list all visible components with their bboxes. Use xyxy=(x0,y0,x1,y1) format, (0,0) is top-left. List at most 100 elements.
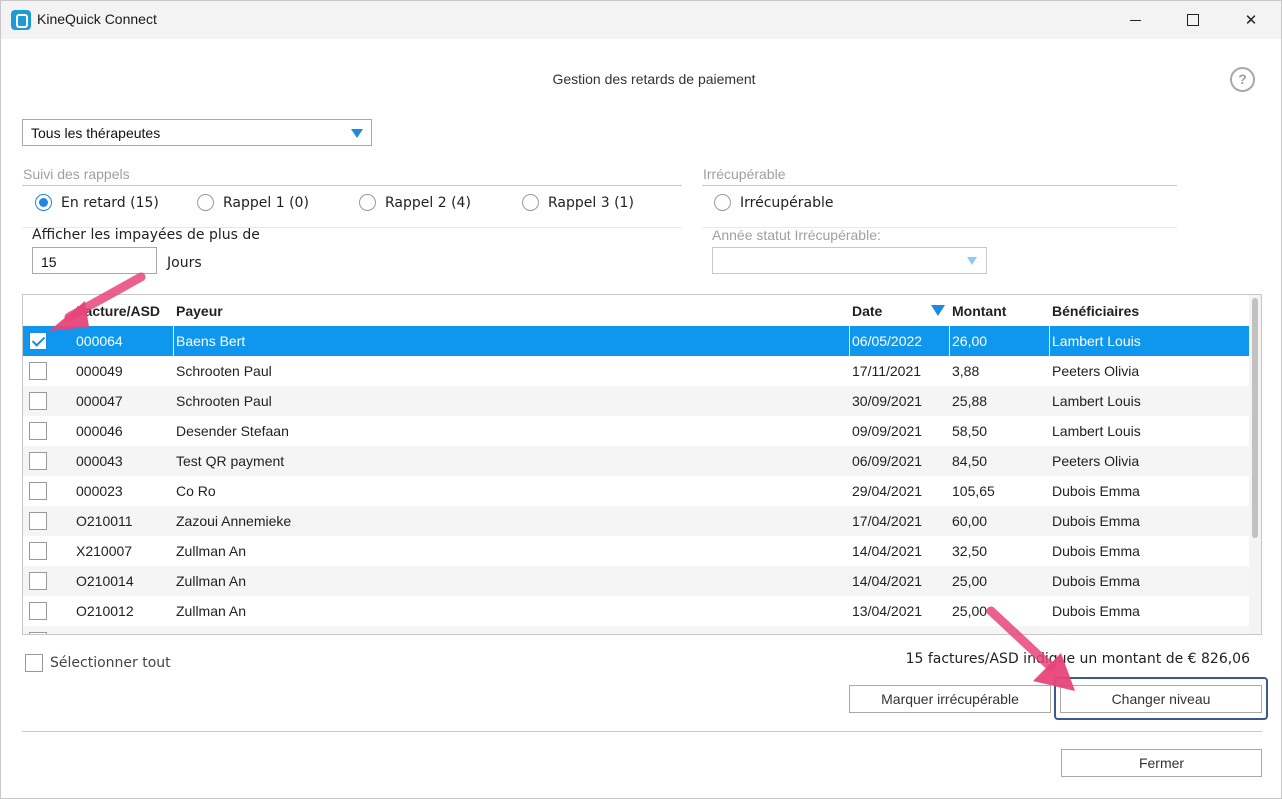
payer-cell: Zullman An xyxy=(176,543,247,559)
column-header-payer[interactable]: Payeur xyxy=(176,303,223,319)
payer-cell: Test QR payment xyxy=(176,453,285,469)
row-checkbox[interactable] xyxy=(29,602,47,620)
title-bar: KineQuick Connect xyxy=(1,1,1281,39)
cell-separator xyxy=(1049,326,1050,356)
table-row[interactable]: 000046 Desender Stefaan 09/09/2021 58,50… xyxy=(23,416,1249,446)
row-checkbox[interactable] xyxy=(29,542,47,560)
days-input[interactable]: 15 xyxy=(32,247,157,274)
chevron-down-icon xyxy=(967,257,977,265)
row-checkbox[interactable] xyxy=(29,632,47,634)
payer-cell: Schrooten Paul xyxy=(176,393,272,409)
amount-cell: 26,00 xyxy=(952,333,988,349)
payer-cell: Desender Stefaan xyxy=(176,423,289,439)
change-level-button[interactable]: Changer niveau xyxy=(1060,685,1262,713)
table-row[interactable]: O210014 Zullman An 14/04/2021 25,00 Dubo… xyxy=(23,566,1249,596)
close-button[interactable]: Fermer xyxy=(1061,749,1262,777)
radio-unchecked-icon xyxy=(197,194,214,211)
date-cell: 17/04/2021 xyxy=(852,513,923,529)
cell-separator xyxy=(949,326,950,356)
table-scrollbar[interactable] xyxy=(1249,295,1261,634)
radio-label: Irrécupérable xyxy=(740,194,834,211)
table-row[interactable]: 000043 Test QR payment 06/09/2021 84,50 … xyxy=(23,446,1249,476)
year-status-label: Année statut Irrécupérable: xyxy=(712,227,881,243)
amount-cell: 25,88 xyxy=(952,393,988,409)
table-row[interactable]: 000023 Co Ro 29/04/2021 105,65 Dubois Em… xyxy=(23,476,1249,506)
help-icon[interactable]: ? xyxy=(1230,67,1255,92)
radio-label: Rappel 2 (4) xyxy=(385,194,471,211)
beneficiary-cell: Dubois Emma xyxy=(1052,573,1140,589)
radio-rappel-3[interactable]: Rappel 3 (1) xyxy=(522,194,634,211)
beneficiary-cell: Lambert Louis xyxy=(1052,423,1141,439)
unrecoverable-section-label: Irrécupérable xyxy=(703,166,786,182)
radio-label: Rappel 1 (0) xyxy=(223,194,309,211)
radio-unchecked-icon xyxy=(522,194,539,211)
table-row[interactable]: 000049 Schrooten Paul 17/11/2021 3,88 Pe… xyxy=(23,356,1249,386)
kinequick-logo-icon xyxy=(11,10,31,30)
radio-label: Rappel 3 (1) xyxy=(548,194,634,211)
invoices-table: Facture/ASD Payeur Date Montant Bénéfici… xyxy=(22,294,1262,635)
chevron-down-icon xyxy=(351,129,363,138)
date-cell: 09/09/2021 xyxy=(852,423,923,439)
row-checkbox[interactable] xyxy=(29,572,47,590)
radio-checked-icon xyxy=(35,194,52,211)
year-status-dropdown[interactable] xyxy=(712,247,987,274)
radio-en-retard[interactable]: En retard (15) xyxy=(35,194,159,211)
payer-cell: Co Ro xyxy=(176,483,216,499)
minimize-icon[interactable] xyxy=(1106,1,1164,39)
sort-descending-icon[interactable] xyxy=(931,305,945,316)
date-cell: 17/11/2021 xyxy=(852,363,922,379)
payer-cell: Baens Bert xyxy=(176,333,246,349)
invoice-cell: 000043 xyxy=(76,453,123,469)
select-all-label: Sélectionner tout xyxy=(50,655,171,671)
amount-cell: 84,50 xyxy=(952,453,988,469)
radio-rappel-1[interactable]: Rappel 1 (0) xyxy=(197,194,309,211)
scrollbar-thumb[interactable] xyxy=(1252,298,1258,538)
payer-cell: Zullman An xyxy=(176,603,247,619)
row-checkbox[interactable] xyxy=(29,512,47,530)
table-row[interactable]: 000064 Baens Bert 06/05/2022 26,00 Lambe… xyxy=(23,326,1249,356)
amount-cell: 105,65 xyxy=(952,483,995,499)
amount-cell: 3,88 xyxy=(952,363,980,379)
radio-rappel-2[interactable]: Rappel 2 (4) xyxy=(359,194,471,211)
date-cell: 14/04/2021 xyxy=(852,573,923,589)
close-icon[interactable] xyxy=(1222,1,1280,39)
cell-separator xyxy=(849,326,850,356)
radio-irrecuperable[interactable]: Irrécupérable xyxy=(714,194,834,211)
therapist-dropdown-value: Tous les thérapeutes xyxy=(31,125,161,141)
row-checkbox[interactable] xyxy=(29,422,47,440)
invoice-cell: X210007 xyxy=(76,543,133,559)
therapist-dropdown[interactable]: Tous les thérapeutes xyxy=(22,119,372,146)
column-header-date[interactable]: Date xyxy=(852,303,882,319)
amount-cell: 32,50 xyxy=(952,543,988,559)
row-checkbox[interactable] xyxy=(29,452,47,470)
row-checkbox[interactable] xyxy=(29,482,47,500)
table-row[interactable]: X210007 Zullman An 14/04/2021 32,50 Dubo… xyxy=(23,536,1249,566)
row-checkbox[interactable] xyxy=(29,362,47,380)
amount-cell: 25,00 xyxy=(952,573,988,589)
invoice-cell: 000049 xyxy=(76,363,123,379)
cell-separator xyxy=(173,326,174,356)
days-unit-label: Jours xyxy=(167,255,202,271)
reminders-divider xyxy=(22,185,682,186)
checkbox-icon xyxy=(25,654,43,672)
table-row[interactable]: O210011 Zazoui Annemieke 17/04/2021 60,0… xyxy=(23,506,1249,536)
amount-cell: 60,00 xyxy=(952,513,988,529)
radio-unchecked-icon xyxy=(714,194,731,211)
select-all-checkbox[interactable]: Sélectionner tout xyxy=(25,654,171,672)
annotation-arrow-icon xyxy=(49,272,146,331)
row-checkbox[interactable] xyxy=(29,392,47,410)
page-title: Gestion des retards de paiement xyxy=(552,71,756,87)
beneficiary-cell: Dubois Emma xyxy=(1052,483,1140,499)
column-header-amount[interactable]: Montant xyxy=(952,303,1006,319)
date-cell: 06/09/2021 xyxy=(852,453,923,469)
payer-cell: Zazoui Annemieke xyxy=(176,513,292,529)
beneficiary-cell: Lambert Louis xyxy=(1052,393,1141,409)
column-header-beneficiaries[interactable]: Bénéficiaires xyxy=(1052,303,1139,319)
table-row[interactable]: 000047 Schrooten Paul 30/09/2021 25,88 L… xyxy=(23,386,1249,416)
maximize-icon[interactable] xyxy=(1164,1,1222,39)
invoice-cell: O210012 xyxy=(76,603,134,619)
app-window: KineQuick Connect Gestion des retards de… xyxy=(0,0,1282,799)
annotation-arrow-icon xyxy=(986,606,1075,691)
date-cell: 14/04/2021 xyxy=(852,543,923,559)
beneficiary-cell: Peeters Olivia xyxy=(1052,453,1140,469)
